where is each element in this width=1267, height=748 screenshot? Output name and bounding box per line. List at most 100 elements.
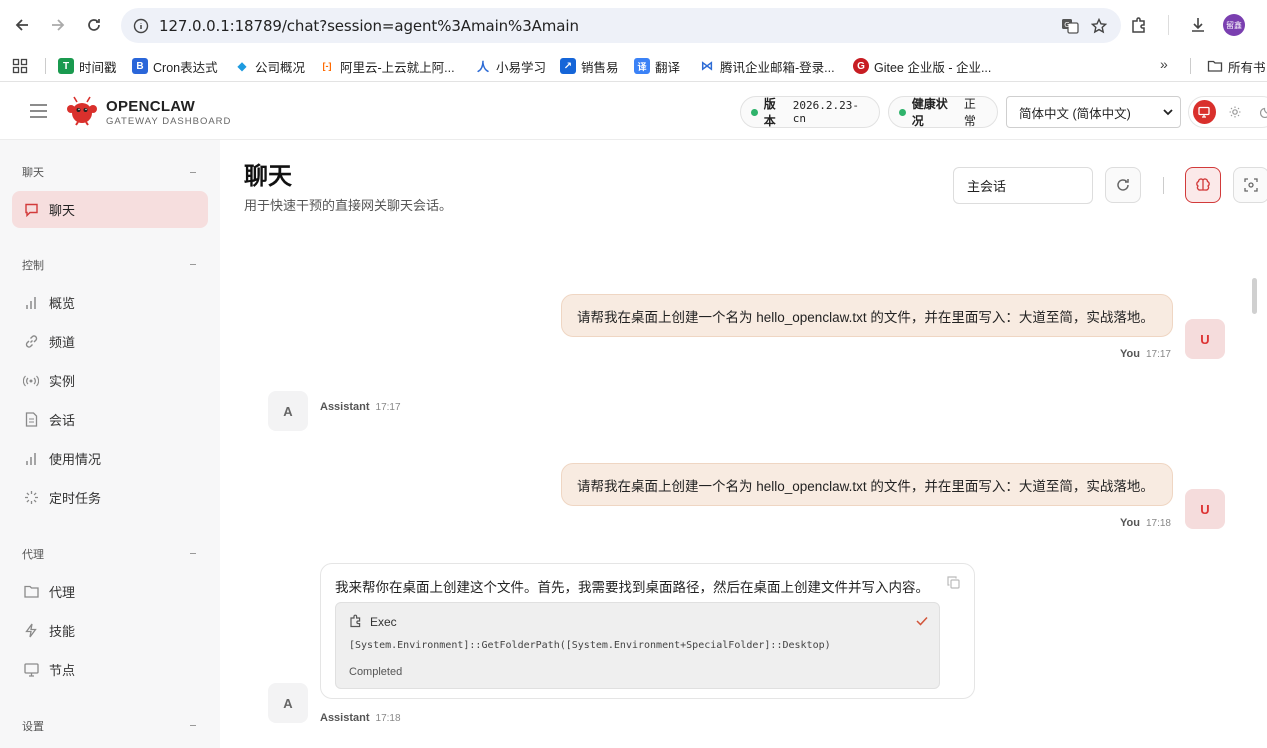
language-select[interactable]: 简体中文 (简体中文) — [1006, 96, 1181, 128]
moon-icon — [1259, 107, 1267, 118]
arrow-left-icon — [15, 19, 28, 31]
thinking-toggle-button[interactable] — [1185, 167, 1221, 203]
bar-chart-icon — [23, 451, 39, 467]
reload-button[interactable] — [76, 7, 112, 43]
collapse-icon[interactable] — [190, 553, 196, 554]
sidebar: 聊天 聊天 控制 概览 频道 实例 会话 使用情况 定时任务 代理 代理 技能 — [0, 140, 220, 748]
sidebar-item-label: 节点 — [49, 663, 76, 678]
health-badge: 健康状况 正常 — [888, 96, 998, 128]
reload-icon — [88, 19, 100, 31]
profile-avatar[interactable]: 留鑫 — [1223, 14, 1245, 36]
bar-chart-icon — [23, 295, 39, 311]
monitor-icon — [1198, 106, 1210, 118]
all-bookmarks-label: 所有书 — [1228, 60, 1266, 75]
sidebar-item-usage[interactable]: 使用情况 — [12, 440, 208, 477]
message-meta: You 17:18 — [1120, 517, 1171, 529]
address-bar[interactable]: 127.0.0.1:18789/chat?session=agent%3Amai… — [121, 8, 1121, 43]
bookmark-item[interactable]: B Cron表达式 — [132, 56, 218, 76]
copy-button[interactable] — [943, 572, 963, 592]
all-bookmarks-button[interactable]: 所有书 — [1207, 56, 1266, 76]
browser-toolbar: 127.0.0.1:18789/chat?session=agent%3Amai… — [0, 0, 1267, 50]
collapse-icon[interactable] — [190, 264, 196, 265]
star-icon[interactable] — [1091, 17, 1107, 34]
message-meta: Assistant 17:18 — [320, 712, 401, 724]
status-dot — [751, 108, 758, 116]
bookmark-item[interactable]: T 时间戳 — [58, 56, 117, 76]
bookmark-label: 阿里云-上云就上阿... — [340, 60, 455, 75]
sidebar-section-title[interactable]: 设置 — [22, 718, 44, 734]
sidebar-item-channels[interactable]: 频道 — [12, 323, 208, 360]
session-select[interactable]: 主会话 — [953, 167, 1093, 204]
download-icon[interactable] — [1189, 16, 1207, 34]
health-label: 健康状况 — [911, 97, 948, 128]
bookmark-divider — [1190, 58, 1191, 74]
collapse-icon[interactable] — [190, 172, 196, 173]
focus-mode-button[interactable] — [1233, 167, 1267, 203]
bookmark-favicon-icon: G — [853, 58, 869, 74]
bookmark-item[interactable]: G Gitee 企业版 - 企业... — [853, 56, 991, 76]
site-info-icon[interactable] — [133, 18, 149, 34]
loader-icon — [23, 490, 39, 506]
bookmark-item[interactable]: 译 翻译 — [634, 56, 680, 76]
brand-title: OPENCLAW — [106, 98, 196, 115]
translate-icon[interactable]: G — [1061, 17, 1079, 35]
sidebar-section-title[interactable]: 代理 — [22, 546, 44, 562]
forward-button[interactable] — [40, 7, 76, 43]
sidebar-item-chat[interactable]: 聊天 — [12, 191, 208, 228]
user-message-bubble: 请帮我在桌面上创建一个名为 hello_openclaw.txt 的文件，并在里… — [561, 294, 1173, 337]
brain-icon — [1196, 178, 1210, 191]
bookmark-item[interactable]: [-] 阿里云-上云就上阿... — [319, 56, 455, 76]
bookmark-label: 时间戳 — [79, 60, 117, 75]
message-text: 请帮我在桌面上创建一个名为 hello_openclaw.txt 的文件，并在里… — [577, 478, 1154, 494]
bookmark-item[interactable]: 人 小易学习 — [475, 56, 546, 76]
sidebar-item-overview[interactable]: 概览 — [12, 284, 208, 321]
bookmark-label: Cron表达式 — [153, 60, 218, 75]
sidebar-item-label: 概览 — [49, 296, 76, 311]
sidebar-item-label: 代理 — [49, 585, 76, 600]
message-sender: You — [1120, 517, 1140, 529]
toolbar-divider — [1168, 15, 1169, 35]
sidebar-item-skills[interactable]: 技能 — [12, 612, 208, 649]
message-text: 请帮我在桌面上创建一个名为 hello_openclaw.txt 的文件，并在里… — [577, 309, 1154, 325]
version-badge: 版本 2026.2.23-cn — [740, 96, 880, 128]
message-meta: Assistant 17:17 — [320, 401, 401, 413]
bookmark-label: 销售易 — [581, 60, 619, 75]
back-button[interactable] — [4, 7, 40, 43]
bookmark-label: 小易学习 — [496, 60, 547, 75]
theme-system-button[interactable] — [1193, 100, 1216, 124]
sidebar-item-sessions[interactable]: 会话 — [12, 401, 208, 438]
bookmark-favicon-icon: 译 — [634, 58, 650, 74]
bookmark-item[interactable]: ◆ 公司概况 — [234, 56, 305, 76]
sidebar-item-agents[interactable]: 代理 — [12, 573, 208, 610]
menu-icon[interactable] — [30, 104, 47, 118]
bookmark-favicon-icon: T — [58, 58, 74, 74]
assistant-avatar: A — [268, 391, 308, 431]
folder-icon — [1207, 60, 1223, 72]
bookmark-item[interactable]: ⋈ 腾讯企业邮箱-登录... — [699, 56, 835, 76]
refresh-button[interactable] — [1105, 167, 1141, 203]
sidebar-item-cron[interactable]: 定时任务 — [12, 479, 208, 516]
url-text[interactable]: 127.0.0.1:18789/chat?session=agent%3Amai… — [159, 17, 579, 35]
sidebar-item-nodes[interactable]: 节点 — [12, 651, 208, 688]
chat-scrollbar[interactable] — [1252, 278, 1257, 314]
sidebar-item-instances[interactable]: 实例 — [12, 362, 208, 399]
assistant-avatar: A — [268, 683, 308, 723]
extensions-icon[interactable] — [1130, 16, 1148, 34]
message-text: 我来帮你在桌面上创建这个文件。首先，我需要找到桌面路径，然后在桌面上创建文件并写… — [335, 580, 929, 595]
sidebar-section-title[interactable]: 控制 — [22, 257, 44, 273]
theme-dark-button[interactable] — [1254, 100, 1267, 124]
apps-grid-icon[interactable] — [12, 58, 28, 74]
bookmark-item[interactable]: ↗ 销售易 — [560, 56, 619, 76]
link-icon — [23, 334, 39, 350]
more-bookmarks-button[interactable]: » — [1160, 56, 1168, 72]
collapse-icon[interactable] — [190, 725, 196, 726]
sidebar-section-title[interactable]: 聊天 — [22, 164, 44, 180]
broadcast-icon — [23, 373, 39, 389]
bookmark-favicon-icon: 人 — [475, 58, 491, 74]
version-label: 版本 — [763, 97, 776, 128]
theme-light-button[interactable] — [1224, 100, 1247, 124]
lobster-logo-icon — [67, 96, 97, 126]
tool-call-card[interactable]: Exec [System.Environment]::GetFolderPath… — [335, 602, 940, 689]
bookmark-label: 腾讯企业邮箱-登录... — [720, 60, 835, 75]
message-meta: You 17:17 — [1120, 348, 1171, 360]
